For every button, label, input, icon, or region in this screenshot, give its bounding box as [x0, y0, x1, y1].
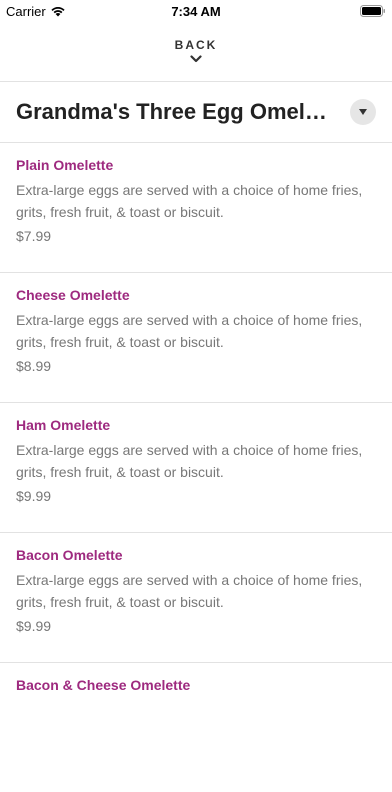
status-left: Carrier	[6, 4, 66, 19]
item-name: Cheese Omelette	[16, 287, 130, 303]
item-name: Ham Omelette	[16, 417, 111, 433]
back-label: BACK	[174, 38, 218, 52]
menu-item[interactable]: Cheese Omelette Extra-large eggs are ser…	[0, 272, 392, 402]
battery-icon	[360, 5, 385, 17]
item-name: Bacon & Cheese Omelette	[16, 677, 191, 693]
item-description: Extra-large eggs are served with a choic…	[16, 572, 363, 610]
menu-item[interactable]: Bacon & Cheese Omelette	[0, 662, 392, 792]
item-name: Bacon Omelette	[16, 547, 123, 563]
dropdown-triangle-icon	[359, 109, 367, 115]
menu-item-list: Plain Omelette Extra-large eggs are serv…	[0, 142, 392, 792]
chevron-down-icon	[190, 55, 202, 63]
wifi-icon	[51, 7, 65, 17]
item-description: Extra-large eggs are served with a choic…	[16, 312, 363, 350]
item-description: Extra-large eggs are served with a choic…	[16, 182, 363, 220]
back-button[interactable]: BACK	[0, 36, 392, 76]
item-price: $9.99	[16, 488, 52, 504]
category-dropdown-button[interactable]	[350, 99, 376, 125]
menu-item[interactable]: Plain Omelette Extra-large eggs are serv…	[0, 142, 392, 272]
carrier-label: Carrier	[6, 3, 46, 19]
status-bar: Carrier 7:34 AM	[0, 0, 392, 22]
item-description: Extra-large eggs are served with a choic…	[16, 442, 363, 480]
item-name: Plain Omelette	[16, 157, 114, 173]
menu-item[interactable]: Ham Omelette Extra-large eggs are served…	[0, 402, 392, 532]
category-header[interactable]: Grandma's Three Egg Omelett...	[0, 82, 392, 142]
menu-item[interactable]: Bacon Omelette Extra-large eggs are serv…	[0, 532, 392, 662]
category-title: Grandma's Three Egg Omelett...	[16, 99, 336, 124]
item-price: $8.99	[16, 358, 52, 374]
item-price: $9.99	[16, 618, 52, 634]
item-price: $7.99	[16, 228, 52, 244]
